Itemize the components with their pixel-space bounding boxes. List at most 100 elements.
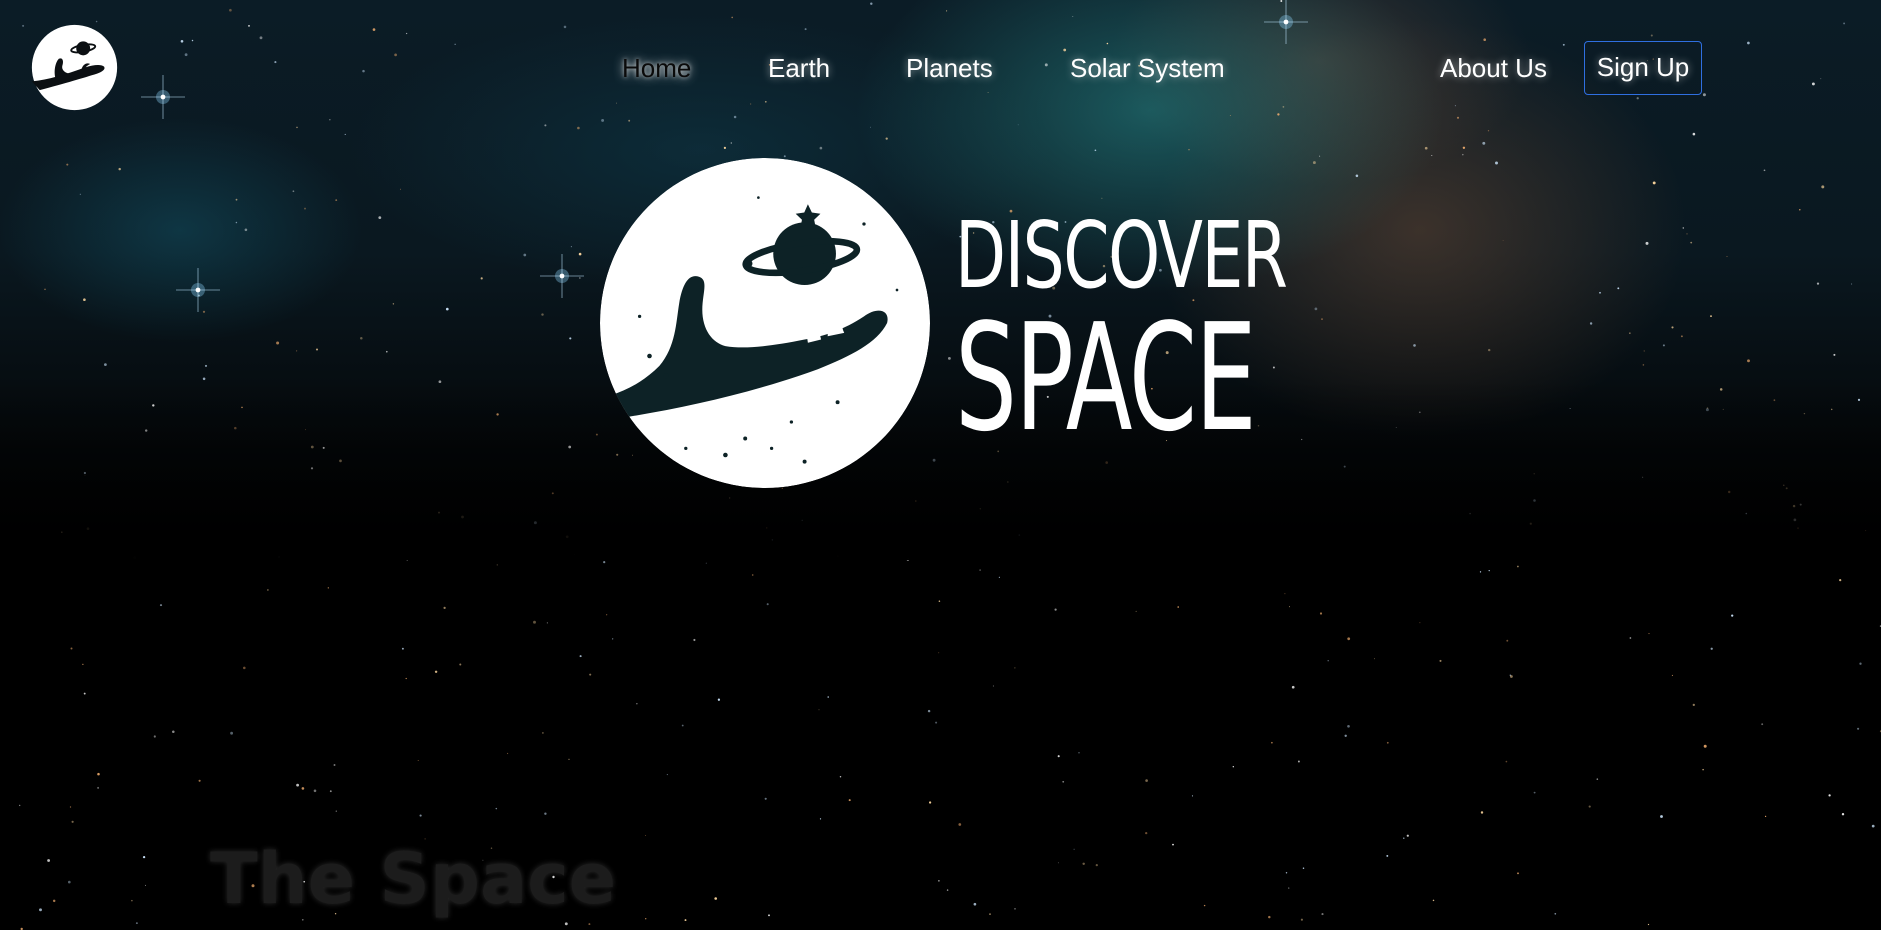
star [1439,659,1442,662]
star [1062,780,1065,783]
star [684,919,687,922]
star [230,731,234,735]
star [764,797,767,800]
star [1747,359,1750,363]
star [135,922,138,925]
star [1833,353,1836,356]
star [70,647,73,650]
star [335,810,337,812]
star [827,696,829,698]
star [1145,779,1148,782]
star [419,814,422,817]
star [1285,872,1288,874]
star [1589,322,1593,325]
star [1703,744,1707,748]
star [235,221,238,224]
star [733,115,737,119]
star [731,16,734,19]
star [1078,752,1080,754]
star [1763,169,1766,172]
nav-link-solar-system[interactable]: Solar System [1070,40,1225,96]
star [973,902,977,906]
star [1671,326,1674,329]
star [1373,658,1375,660]
star [927,709,931,713]
star [577,126,580,130]
star [507,752,509,755]
star [938,880,940,882]
star [992,685,994,687]
star [1480,811,1484,814]
star [935,721,938,724]
star [645,835,647,836]
star [1502,240,1504,242]
star [1629,332,1631,334]
star [1462,153,1464,156]
section-title: The Space [210,838,617,920]
star [1859,662,1862,665]
star [329,119,331,121]
star [1017,124,1019,126]
star [819,818,822,820]
star [579,655,582,658]
star [563,25,567,29]
star [1487,130,1490,132]
nav-link-home[interactable]: Home [622,40,691,96]
star [1554,912,1557,915]
star [1636,97,1639,100]
nav-link-planets[interactable]: Planets [906,40,993,96]
star [1327,659,1329,662]
nav-link-earth[interactable]: Earth [768,40,830,96]
star [714,897,718,900]
star [628,119,631,122]
star [570,246,572,248]
star [71,820,74,823]
star [1495,161,1498,165]
star [1232,766,1234,768]
star [946,889,949,891]
star [1347,724,1350,728]
star [579,277,581,279]
star [1629,637,1632,639]
star [819,146,823,150]
star [118,167,121,171]
star [588,923,591,926]
star [723,146,727,150]
star [243,666,246,670]
star [1702,768,1704,771]
star [496,564,498,566]
star [1284,593,1286,595]
star [1648,633,1650,635]
star [1347,637,1351,641]
star [1072,15,1074,17]
star [589,673,592,676]
star [1857,727,1860,730]
star [392,303,395,305]
star [839,775,842,778]
star [751,574,754,576]
star [768,914,770,917]
star [235,198,238,201]
star [1482,141,1486,145]
star [97,772,100,776]
star [1731,614,1734,617]
star [1517,872,1519,875]
star [1799,209,1801,211]
star [636,703,638,705]
star [1660,815,1663,818]
star [523,253,527,257]
star [645,918,647,920]
star [804,28,807,31]
brand-line-discover: DISCOVER [955,202,1288,309]
nav-link-about-us[interactable]: About Us [1440,40,1547,96]
star [1517,565,1519,568]
hero-planet-hand-icon [600,158,930,488]
star [601,118,605,122]
star [1533,791,1536,794]
star [144,884,147,886]
star [1596,778,1599,780]
sign-up-button[interactable]: Sign Up [1584,41,1702,95]
star [1319,155,1321,157]
star [1686,233,1688,235]
star [44,288,46,291]
